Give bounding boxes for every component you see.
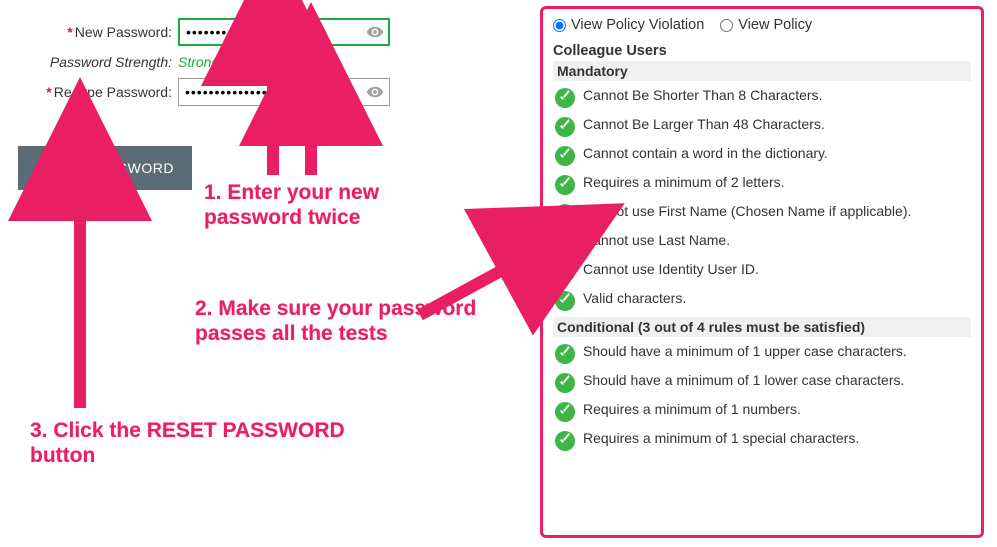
new-password-label-text: New Password: bbox=[75, 24, 172, 40]
check-icon bbox=[555, 402, 575, 422]
radio-view-violation-label: View Policy Violation bbox=[571, 17, 704, 33]
check-icon bbox=[555, 117, 575, 137]
radio-view-policy-input[interactable] bbox=[720, 19, 733, 32]
check-icon bbox=[555, 373, 575, 393]
rule-item: Cannot use First Name (Chosen Name if ap… bbox=[553, 199, 971, 228]
annotation-step2: 2. Make sure your password passes all th… bbox=[195, 296, 525, 346]
check-icon bbox=[555, 431, 575, 451]
check-icon bbox=[555, 344, 575, 364]
rule-text: Should have a minimum of 1 lower case ch… bbox=[583, 372, 904, 390]
check-icon bbox=[555, 204, 575, 224]
strength-value: Strong bbox=[178, 54, 219, 70]
rule-item: Cannot contain a word in the dictionary. bbox=[553, 141, 971, 170]
rule-text: Cannot use First Name (Chosen Name if ap… bbox=[583, 203, 911, 221]
required-asterisk: * bbox=[46, 84, 51, 100]
check-icon bbox=[555, 146, 575, 166]
rule-text: Cannot contain a word in the dictionary. bbox=[583, 145, 828, 163]
strength-row: Password Strength: Strong bbox=[18, 54, 398, 70]
required-asterisk: * bbox=[67, 24, 72, 40]
check-icon bbox=[555, 291, 575, 311]
radio-view-policy-label: View Policy bbox=[738, 17, 812, 33]
rule-text: Cannot use Last Name. bbox=[583, 232, 730, 250]
radio-view-policy[interactable]: View Policy bbox=[720, 17, 812, 33]
mandatory-heading: Mandatory bbox=[553, 61, 971, 81]
rule-text: Should have a minimum of 1 upper case ch… bbox=[583, 343, 907, 361]
annotation-step1-text: 1. Enter your new password twice bbox=[204, 181, 379, 229]
rule-item: Cannot Be Larger Than 48 Characters. bbox=[553, 112, 971, 141]
annotation-step3-text: 3. Click the RESET PASSWORD button bbox=[30, 419, 345, 467]
rule-item: Valid characters. bbox=[553, 286, 971, 315]
retype-password-input[interactable] bbox=[178, 78, 390, 106]
rule-text: Requires a minimum of 1 numbers. bbox=[583, 401, 801, 419]
mandatory-rules-list: Cannot Be Shorter Than 8 Characters. Cann… bbox=[553, 83, 971, 315]
rule-text: Valid characters. bbox=[583, 290, 686, 308]
check-icon bbox=[555, 175, 575, 195]
rule-item: Cannot use Identity User ID. bbox=[553, 257, 971, 286]
radio-view-violation-input[interactable] bbox=[553, 19, 566, 32]
retype-password-label-text: Re-type Password: bbox=[54, 84, 172, 100]
retype-password-wrap bbox=[178, 78, 390, 106]
rule-item: Requires a minimum of 2 letters. bbox=[553, 170, 971, 199]
conditional-heading: Conditional (3 out of 4 rules must be sa… bbox=[553, 317, 971, 337]
new-password-input[interactable] bbox=[178, 18, 390, 46]
annotation-step3: 3. Click the RESET PASSWORD button bbox=[30, 418, 360, 468]
conditional-rules-list: Should have a minimum of 1 upper case ch… bbox=[553, 339, 971, 455]
rule-item: Cannot Be Shorter Than 8 Characters. bbox=[553, 83, 971, 112]
annotation-step2-text: 2. Make sure your password passes all th… bbox=[195, 297, 476, 345]
reset-password-button[interactable]: RESET PASSWORD bbox=[18, 146, 192, 190]
rule-item: Requires a minimum of 1 numbers. bbox=[553, 397, 971, 426]
check-icon bbox=[555, 88, 575, 108]
annotation-step1: 1. Enter your new password twice bbox=[204, 180, 434, 230]
rule-text: Cannot use Identity User ID. bbox=[583, 261, 759, 279]
rule-text: Requires a minimum of 2 letters. bbox=[583, 174, 785, 192]
policy-heading: Colleague Users bbox=[553, 43, 971, 59]
retype-password-row: *Re-type Password: bbox=[18, 78, 398, 106]
rule-item: Cannot use Last Name. bbox=[553, 228, 971, 257]
eye-icon[interactable] bbox=[366, 23, 384, 41]
eye-icon[interactable] bbox=[366, 83, 384, 101]
retype-password-label: *Re-type Password: bbox=[18, 84, 178, 100]
rule-text: Requires a minimum of 1 special characte… bbox=[583, 430, 859, 448]
rule-item: Should have a minimum of 1 upper case ch… bbox=[553, 339, 971, 368]
new-password-row: *New Password: bbox=[18, 18, 398, 46]
policy-panel: View Policy Violation View Policy Collea… bbox=[540, 6, 984, 538]
new-password-label: *New Password: bbox=[18, 24, 178, 40]
rule-item: Requires a minimum of 1 special characte… bbox=[553, 426, 971, 455]
rule-text: Cannot Be Larger Than 48 Characters. bbox=[583, 116, 825, 134]
check-icon bbox=[555, 262, 575, 282]
rule-text: Cannot Be Shorter Than 8 Characters. bbox=[583, 87, 822, 105]
radio-view-violation[interactable]: View Policy Violation bbox=[553, 17, 704, 33]
new-password-wrap bbox=[178, 18, 390, 46]
policy-view-toggle: View Policy Violation View Policy bbox=[553, 17, 971, 33]
rule-item: Should have a minimum of 1 lower case ch… bbox=[553, 368, 971, 397]
strength-label: Password Strength: bbox=[18, 54, 178, 70]
check-icon bbox=[555, 233, 575, 253]
password-form: *New Password: Password Strength: Strong… bbox=[18, 18, 398, 190]
